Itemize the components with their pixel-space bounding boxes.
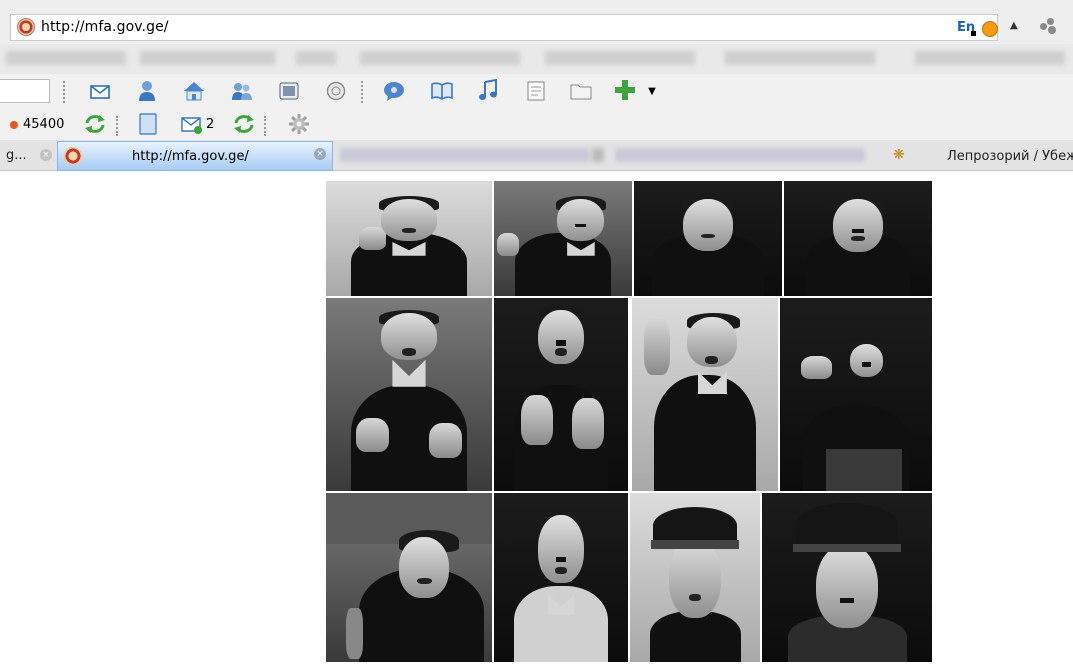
- bookmark-item[interactable]: [915, 51, 1065, 65]
- toolbar-search-input[interactable]: [0, 79, 50, 103]
- secondary-toolbar: [0, 110, 1073, 140]
- chevron-down-icon[interactable]: ▼: [641, 81, 663, 103]
- address-bar[interactable]: http://mfa.gov.ge/ En: [10, 14, 998, 41]
- photo-collage: [326, 181, 932, 662]
- photo: [494, 181, 632, 296]
- chevron-up-icon[interactable]: ▲: [1010, 20, 1018, 31]
- page-icon[interactable]: [137, 113, 159, 135]
- chat-icon[interactable]: [383, 80, 405, 102]
- bookmarks-bar: [0, 44, 1073, 74]
- photo: [326, 298, 492, 491]
- counter-value: 45400: [23, 117, 65, 132]
- tab-blurred[interactable]: [340, 148, 590, 162]
- mail-icon[interactable]: [89, 81, 111, 103]
- toolbar-separator: [264, 116, 266, 136]
- tab-favicon-icon: ❋: [893, 147, 905, 163]
- refresh-icon[interactable]: [233, 113, 255, 135]
- mail-icon[interactable]: [181, 114, 203, 136]
- tab-title-last[interactable]: Лепрозорий / Убеж: [947, 149, 1073, 164]
- bookmark-item[interactable]: [6, 51, 126, 65]
- photo: [494, 298, 628, 491]
- tab-blurred[interactable]: [615, 148, 865, 162]
- url-text[interactable]: http://mfa.gov.ge/: [41, 19, 169, 35]
- site-favicon-icon: [64, 147, 82, 165]
- folder-icon[interactable]: [570, 80, 592, 102]
- clock-icon[interactable]: [325, 80, 347, 102]
- document-icon[interactable]: [525, 80, 547, 102]
- tab-active[interactable]: http://mfa.gov.ge/ ×: [57, 141, 333, 171]
- bookmark-item[interactable]: [360, 51, 520, 65]
- close-icon[interactable]: [592, 148, 604, 162]
- reload-icon[interactable]: [982, 21, 998, 37]
- refresh-icon[interactable]: [84, 113, 106, 135]
- toolbar-separator: [361, 81, 363, 103]
- toolbar-separator: [116, 116, 118, 136]
- tab-previous-title[interactable]: g...: [6, 148, 27, 163]
- site-favicon-icon: [17, 18, 35, 36]
- add-icon[interactable]: [614, 79, 636, 101]
- mail-count: 2: [206, 117, 215, 132]
- settings-icon[interactable]: [288, 113, 310, 135]
- status-dot-icon: [10, 121, 18, 129]
- extensions-icon[interactable]: [1040, 18, 1056, 34]
- toolbar-separator: [63, 81, 65, 103]
- lock-icon: [971, 31, 976, 36]
- window-icon[interactable]: [278, 80, 300, 102]
- bookmark-item[interactable]: [140, 51, 275, 65]
- bookmark-item[interactable]: [725, 51, 875, 65]
- book-icon[interactable]: [431, 80, 453, 102]
- photo: [494, 493, 628, 662]
- photo: [634, 181, 782, 296]
- bookmark-item[interactable]: [296, 51, 336, 65]
- photo: [630, 493, 760, 662]
- users-icon[interactable]: [231, 80, 253, 102]
- home-icon[interactable]: [183, 80, 205, 102]
- photo: [780, 298, 932, 491]
- close-icon[interactable]: ×: [314, 148, 326, 160]
- photo: [762, 493, 932, 662]
- photo: [326, 181, 492, 296]
- photo: [632, 298, 778, 491]
- tab-title: http://mfa.gov.ge/: [132, 149, 249, 164]
- photo: [326, 493, 492, 662]
- photo: [784, 181, 932, 296]
- address-bar-row: http://mfa.gov.ge/ En ▲: [0, 0, 1073, 44]
- user-icon[interactable]: [136, 80, 158, 102]
- main-toolbar: ▼: [0, 74, 1073, 110]
- music-icon[interactable]: [477, 79, 499, 101]
- close-icon[interactable]: ×: [40, 149, 52, 161]
- bookmark-item[interactable]: [545, 51, 695, 65]
